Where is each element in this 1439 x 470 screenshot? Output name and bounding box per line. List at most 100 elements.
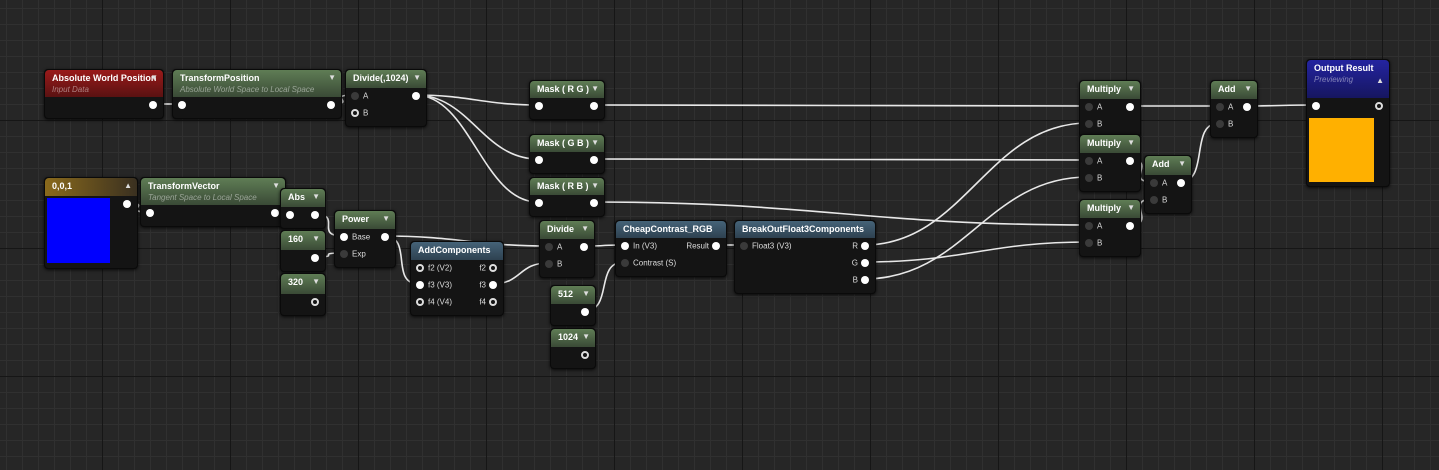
collapse-down-icon[interactable]: ▼: [581, 224, 589, 233]
node-0-0-1[interactable]: 0,0,1 ▲: [44, 177, 138, 269]
output-pin[interactable]: [381, 233, 389, 241]
node-mask-r-g[interactable]: Mask ( R G ) ▼: [529, 80, 605, 120]
input-pin[interactable]: [416, 264, 424, 272]
node-absolute-world-position[interactable]: Absolute World Position Input Data ▼: [44, 69, 164, 119]
output-pin[interactable]: [489, 281, 497, 289]
collapse-down-icon[interactable]: ▼: [591, 84, 599, 93]
output-pin[interactable]: [861, 242, 869, 250]
output-pin[interactable]: [1177, 179, 1185, 187]
node-header[interactable]: Absolute World Position Input Data ▼: [45, 70, 163, 97]
node-mask-g-b[interactable]: Mask ( G B ) ▼: [529, 134, 605, 174]
output-pin[interactable]: [590, 102, 598, 110]
input-pin[interactable]: [1085, 120, 1093, 128]
node-multiply[interactable]: Multiply ▼ A B: [1079, 80, 1141, 138]
node-header[interactable]: Power ▼: [335, 211, 395, 229]
input-pin[interactable]: [621, 259, 629, 267]
input-pin[interactable]: [146, 209, 154, 217]
node-512[interactable]: 512 ▼: [550, 285, 596, 326]
collapse-down-icon[interactable]: ▼: [1244, 84, 1252, 93]
output-pin[interactable]: [581, 351, 589, 359]
input-pin[interactable]: [545, 243, 553, 251]
collapse-down-icon[interactable]: ▼: [328, 73, 336, 82]
collapse-down-icon[interactable]: ▼: [413, 73, 421, 82]
node-power[interactable]: Power ▼ Base Exp: [334, 210, 396, 268]
output-pin[interactable]: [1126, 157, 1134, 165]
node-mask-r-b[interactable]: Mask ( R B ) ▼: [529, 177, 605, 217]
collapse-down-icon[interactable]: ▼: [582, 289, 590, 298]
node-header[interactable]: Output Result Previewing ▲: [1307, 60, 1389, 98]
node-output-result[interactable]: Output Result Previewing ▲: [1306, 59, 1390, 187]
collapse-down-icon[interactable]: ▼: [1127, 138, 1135, 147]
input-pin[interactable]: [178, 101, 186, 109]
node-header[interactable]: Multiply ▼: [1080, 81, 1140, 99]
node-1024[interactable]: 1024 ▼: [550, 328, 596, 369]
input-pin[interactable]: [340, 250, 348, 258]
input-pin[interactable]: [1085, 222, 1093, 230]
node-320[interactable]: 320 ▼: [280, 273, 326, 316]
node-multiply[interactable]: Multiply ▼ A B: [1079, 199, 1141, 257]
node-header[interactable]: CheapContrast_RGB: [616, 221, 726, 238]
input-pin[interactable]: [286, 211, 294, 219]
collapse-down-icon[interactable]: ▼: [272, 181, 280, 190]
node-header[interactable]: 160 ▼: [281, 231, 325, 250]
output-pin[interactable]: [1126, 103, 1134, 111]
input-pin[interactable]: [1085, 174, 1093, 182]
wire[interactable]: [863, 176, 1089, 280]
input-pin[interactable]: [545, 260, 553, 268]
output-pin[interactable]: [590, 156, 598, 164]
output-pin[interactable]: [123, 200, 131, 208]
node-160[interactable]: 160 ▼: [280, 230, 326, 272]
wire[interactable]: [863, 241, 1089, 263]
collapse-down-icon[interactable]: ▼: [1127, 84, 1135, 93]
output-pin[interactable]: [489, 264, 497, 272]
node-add[interactable]: Add ▼ A B: [1210, 80, 1258, 138]
node-cheapcontrast-rgb[interactable]: CheapContrast_RGB In (V3) Result Contrast (…: [615, 220, 727, 277]
wire[interactable]: [414, 94, 539, 160]
node-transformposition[interactable]: TransformPosition Absolute World Space to…: [172, 69, 342, 119]
node-header[interactable]: Divide(,1024) ▼: [346, 70, 426, 88]
output-pin[interactable]: [311, 254, 319, 262]
node-header[interactable]: TransformVector Tangent Space to Local Sp…: [141, 178, 285, 205]
node-header[interactable]: Multiply ▼: [1080, 200, 1140, 218]
input-pin[interactable]: [1312, 102, 1320, 110]
input-pin[interactable]: [621, 242, 629, 250]
node-header[interactable]: 512 ▼: [551, 286, 595, 304]
input-pin[interactable]: [416, 298, 424, 306]
node-header[interactable]: Add ▼: [1211, 81, 1257, 99]
collapse-down-icon[interactable]: ▼: [382, 214, 390, 223]
output-pin[interactable]: [149, 101, 157, 109]
collapse-down-icon[interactable]: ▼: [312, 277, 320, 286]
input-pin[interactable]: [1150, 179, 1158, 187]
wire[interactable]: [863, 122, 1089, 246]
node-header[interactable]: Divide ▼: [540, 221, 594, 239]
output-pin[interactable]: [1375, 102, 1383, 110]
wire[interactable]: [592, 104, 1089, 107]
input-pin[interactable]: [1085, 239, 1093, 247]
input-pin[interactable]: [340, 233, 348, 241]
input-pin[interactable]: [1216, 103, 1224, 111]
node-divide-1024[interactable]: Divide(,1024) ▼ A B: [345, 69, 427, 127]
wire[interactable]: [414, 94, 539, 203]
collapse-down-icon[interactable]: ▼: [591, 138, 599, 147]
collapse-down-icon[interactable]: ▼: [312, 234, 320, 243]
collapse-up-icon[interactable]: ▲: [124, 181, 132, 190]
node-header[interactable]: AddComponents: [411, 242, 503, 260]
node-breakoutfloat3components[interactable]: BreakOutFloat3Components Float3 (V3) R G B: [734, 220, 876, 294]
input-pin[interactable]: [535, 102, 543, 110]
output-pin[interactable]: [861, 276, 869, 284]
output-pin[interactable]: [580, 243, 588, 251]
output-pin[interactable]: [712, 242, 720, 250]
input-pin[interactable]: [1150, 196, 1158, 204]
node-header[interactable]: Add ▼: [1145, 156, 1191, 175]
output-pin[interactable]: [590, 199, 598, 207]
node-header[interactable]: Mask ( G B ) ▼: [530, 135, 604, 152]
node-header[interactable]: 320 ▼: [281, 274, 325, 294]
collapse-down-icon[interactable]: ▼: [582, 332, 590, 341]
node-header[interactable]: TransformPosition Absolute World Space to…: [173, 70, 341, 97]
output-pin[interactable]: [311, 211, 319, 219]
input-pin[interactable]: [740, 242, 748, 250]
collapse-down-icon[interactable]: ▼: [591, 181, 599, 190]
node-header[interactable]: Mask ( R G ) ▼: [530, 81, 604, 98]
node-addcomponents[interactable]: AddComponents f2 (V2) f2 f3 (V3) f3 f4 (V4) f4: [410, 241, 504, 316]
collapse-down-icon[interactable]: ▼: [312, 192, 320, 201]
